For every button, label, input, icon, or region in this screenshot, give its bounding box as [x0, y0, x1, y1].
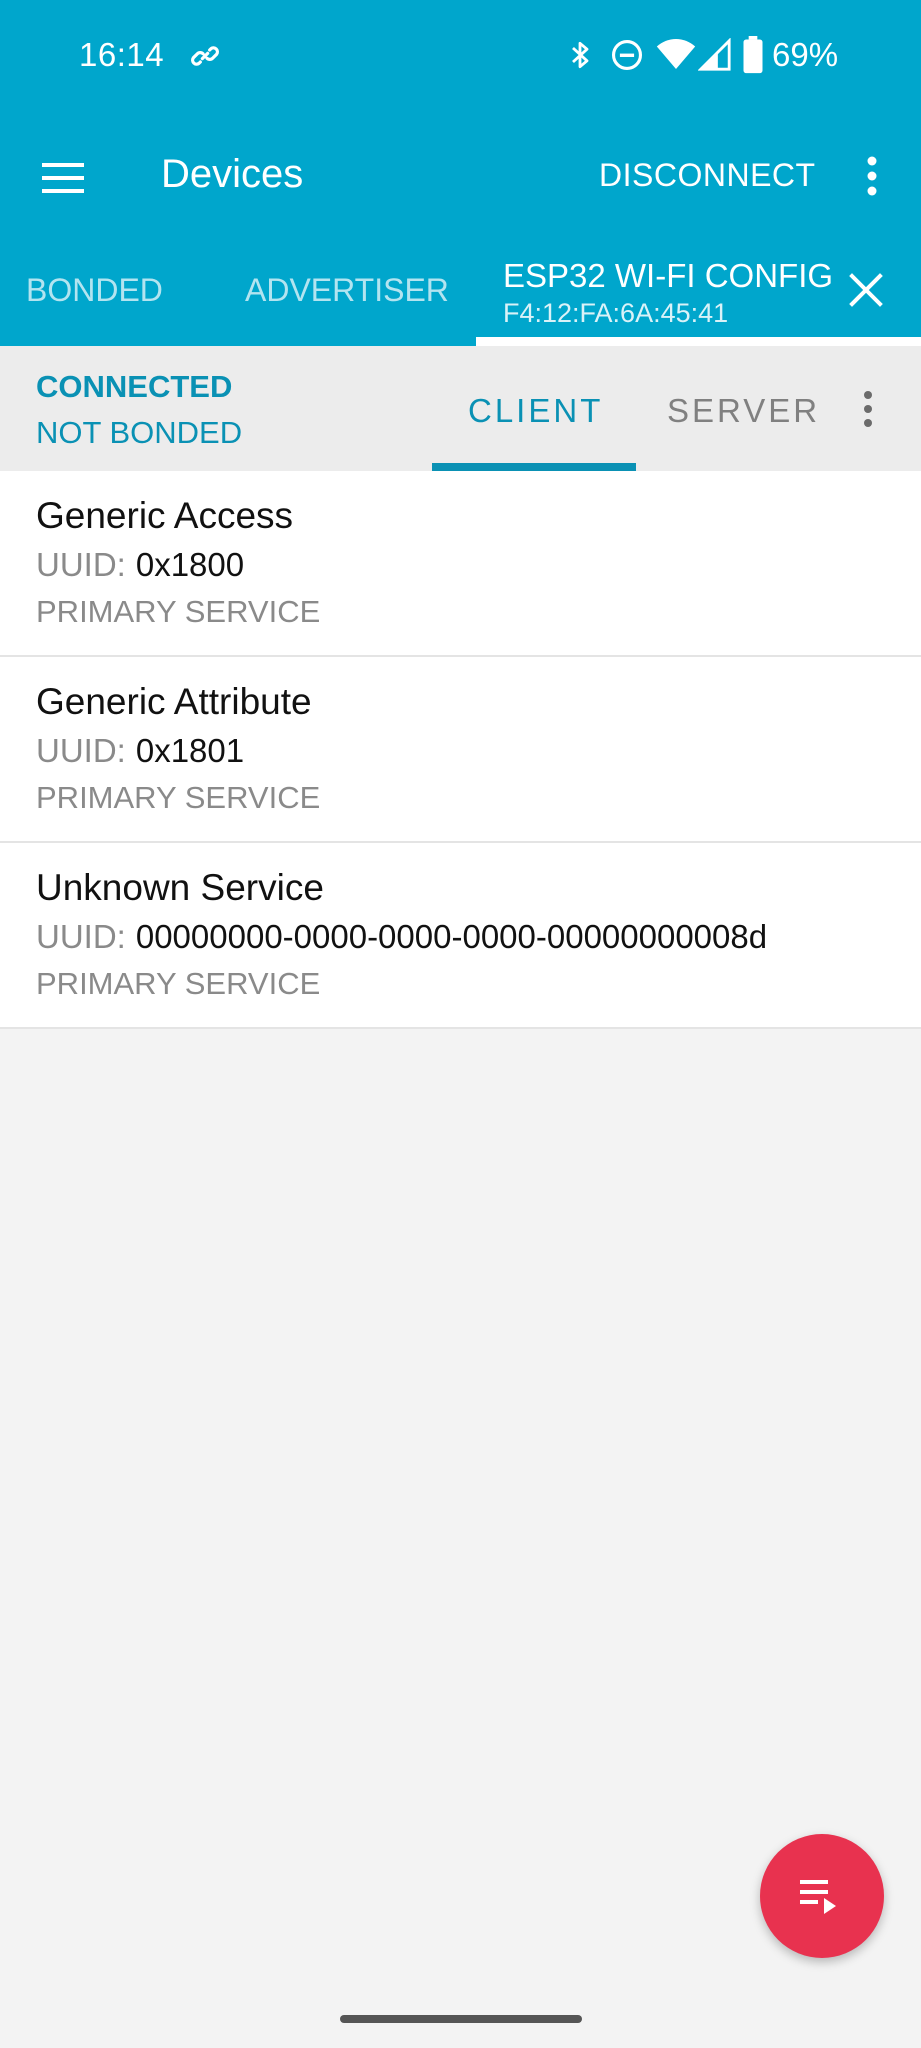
- uuid-value: 0x1800: [135, 546, 245, 583]
- service-item[interactable]: Generic Access UUID: 0x1800 PRIMARY SERVI…: [0, 471, 921, 657]
- service-uuid: UUID: 0x1800: [36, 546, 244, 584]
- tab-client[interactable]: CLIENT: [468, 392, 603, 430]
- log-fab-button[interactable]: [760, 1834, 884, 1958]
- uuid-label: UUID:: [36, 732, 126, 769]
- service-uuid: UUID: 0x1801: [36, 732, 244, 770]
- page-title: Devices: [161, 152, 304, 196]
- more-options-icon[interactable]: [856, 387, 880, 431]
- signal-icon: [697, 37, 732, 77]
- service-name: Unknown Service: [36, 867, 324, 908]
- menu-icon[interactable]: [40, 155, 86, 201]
- service-list: Generic Access UUID: 0x1800 PRIMARY SERVI…: [0, 471, 921, 1029]
- service-type: PRIMARY SERVICE: [36, 780, 321, 815]
- gesture-bar[interactable]: [340, 2015, 582, 2023]
- tab-device-title: ESP32 WI-FI CONFIG: [503, 257, 834, 294]
- playlist-play-icon: [800, 1880, 836, 1914]
- app-bar: 16:14 69% Devices DISCONNECT BONDED ADVE…: [0, 0, 921, 346]
- status-time: 16:14: [79, 36, 165, 73]
- bluetooth-icon: [566, 38, 594, 77]
- subtab-indicator: [432, 463, 636, 471]
- battery-percentage: 69%: [772, 36, 839, 73]
- service-name: Generic Access: [36, 495, 294, 536]
- service-name: Generic Attribute: [36, 681, 312, 722]
- more-options-icon[interactable]: [858, 154, 886, 200]
- uuid-value: 00000000-0000-0000-0000-00000000008d: [135, 918, 768, 955]
- link-icon: [189, 40, 221, 77]
- service-type: PRIMARY SERVICE: [36, 966, 321, 1001]
- close-icon[interactable]: [848, 272, 884, 308]
- uuid-label: UUID:: [36, 918, 126, 955]
- wifi-icon: [656, 36, 696, 77]
- tab-advertiser[interactable]: ADVERTISER: [245, 272, 449, 309]
- connection-state: CONNECTED: [36, 369, 233, 404]
- tab-device-address: F4:12:FA:6A:45:41: [503, 298, 729, 328]
- uuid-value: 0x1801: [135, 732, 245, 769]
- bond-state: NOT BONDED: [36, 415, 243, 450]
- service-uuid: UUID: 00000000-0000-0000-0000-00000000008…: [36, 918, 767, 956]
- tab-indicator: [476, 337, 921, 346]
- service-item[interactable]: Unknown Service UUID: 00000000-0000-0000-…: [0, 843, 921, 1029]
- dnd-icon: [610, 38, 644, 77]
- disconnect-button[interactable]: DISCONNECT: [599, 157, 816, 194]
- status-bar: 16:14 69%: [0, 0, 921, 115]
- tab-server[interactable]: SERVER: [667, 392, 820, 430]
- uuid-label: UUID:: [36, 546, 126, 583]
- service-item[interactable]: Generic Attribute UUID: 0x1801 PRIMARY SE…: [0, 657, 921, 843]
- tab-bonded[interactable]: BONDED: [26, 272, 163, 309]
- battery-icon: [742, 36, 764, 79]
- service-type: PRIMARY SERVICE: [36, 594, 321, 629]
